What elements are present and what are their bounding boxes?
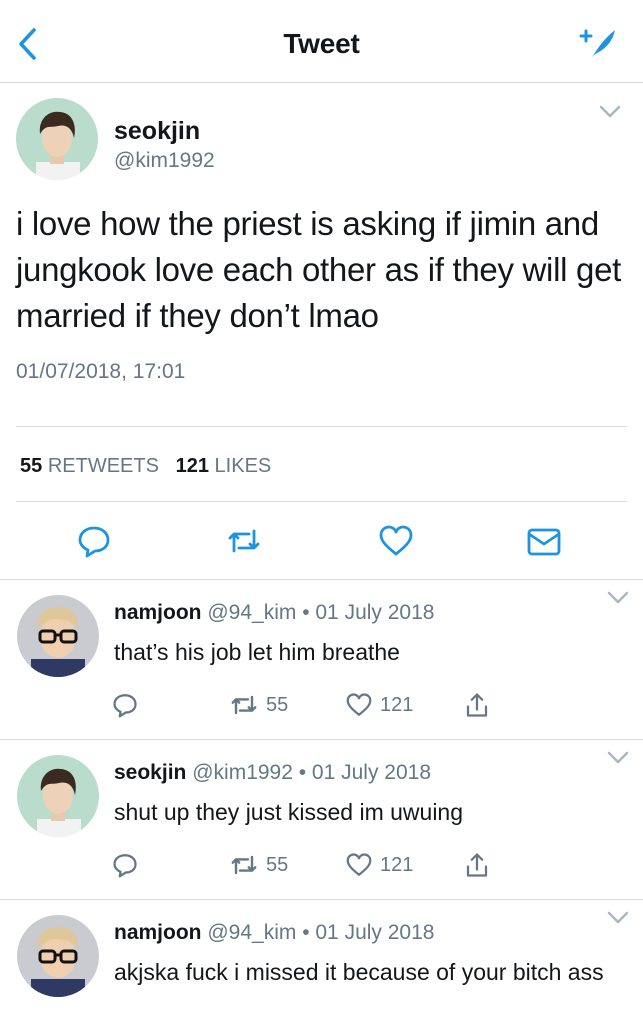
reply-author-name[interactable]: namjoon [114,601,202,624]
chevron-down-icon[interactable] [607,591,629,610]
avatar[interactable] [16,98,98,180]
like-count: 121 [380,693,414,716]
tweet-stats: 55 RETWEETS 121 LIKES [20,455,271,478]
avatar[interactable] [17,595,99,677]
retweet-count: 55 [266,693,289,716]
like-count: 121 [380,853,414,876]
author-name[interactable]: seokjin [114,117,200,146]
chevron-down-icon[interactable] [599,105,621,124]
retweet-icon[interactable] [224,521,264,561]
retweet-button[interactable]: 55 [228,689,288,721]
message-icon[interactable] [524,521,564,561]
like-button[interactable]: 121 [344,689,413,721]
avatar[interactable] [17,755,99,837]
reply-header: namjoon @94_kim • 01 July 2018 [114,921,434,945]
reply-text: shut up they just kissed im uwuing [114,799,464,825]
divider [16,426,627,427]
reply-author-name[interactable]: seokjin [114,761,186,784]
reply-tweet[interactable]: namjoon @94_kim • 01 July 2018 akjska fu… [0,899,643,1024]
compose-feather-icon[interactable] [575,22,619,66]
retweet-label[interactable]: RETWEETS [48,455,159,477]
like-icon [346,853,372,876]
reply-meta: @94_kim • 01 July 2018 [207,601,435,624]
reply-text: that’s his job let him breathe [114,639,400,665]
like-icon [346,693,372,716]
like-icon[interactable] [376,521,416,561]
reply-text: akjska fuck i missed it because of your … [114,959,604,985]
reply-icon[interactable] [110,689,140,721]
reply-tweet[interactable]: seokjin @kim1992 • 01 July 2018 shut up … [0,739,643,900]
retweet-count[interactable]: 55 [20,455,42,477]
avatar[interactable] [17,915,99,997]
reply-meta: @kim1992 • 01 July 2018 [192,761,432,784]
like-count[interactable]: 121 [176,455,209,477]
retweet-button[interactable]: 55 [228,849,288,881]
reply-meta: @94_kim • 01 July 2018 [207,921,435,944]
retweet-icon [231,855,257,875]
reply-icon[interactable] [74,521,114,561]
author-handle[interactable]: @kim1992 [114,149,215,173]
like-label[interactable]: LIKES [215,455,272,477]
chevron-down-icon[interactable] [607,911,629,930]
tweet-timestamp: 01/07/2018, 17:01 [16,360,186,383]
share-icon[interactable] [462,689,492,721]
page-title: Tweet [283,28,360,59]
reply-author-name[interactable]: namjoon [114,921,202,944]
top-nav-bar: Tweet [0,0,643,83]
reply-header: seokjin @kim1992 • 01 July 2018 [114,761,431,785]
retweet-count: 55 [266,853,289,876]
divider [16,501,627,502]
reply-tweet[interactable]: namjoon @94_kim • 01 July 2018 that’s hi… [0,579,643,740]
reply-header: namjoon @94_kim • 01 July 2018 [114,601,434,625]
tweet-text: i love how the priest is asking if jimin… [16,205,621,334]
chevron-down-icon[interactable] [607,751,629,770]
retweet-icon [231,695,257,715]
share-icon[interactable] [462,849,492,881]
main-tweet: seokjin @kim1992 i love how the priest i… [0,83,643,580]
reply-icon[interactable] [110,849,140,881]
like-button[interactable]: 121 [344,849,413,881]
